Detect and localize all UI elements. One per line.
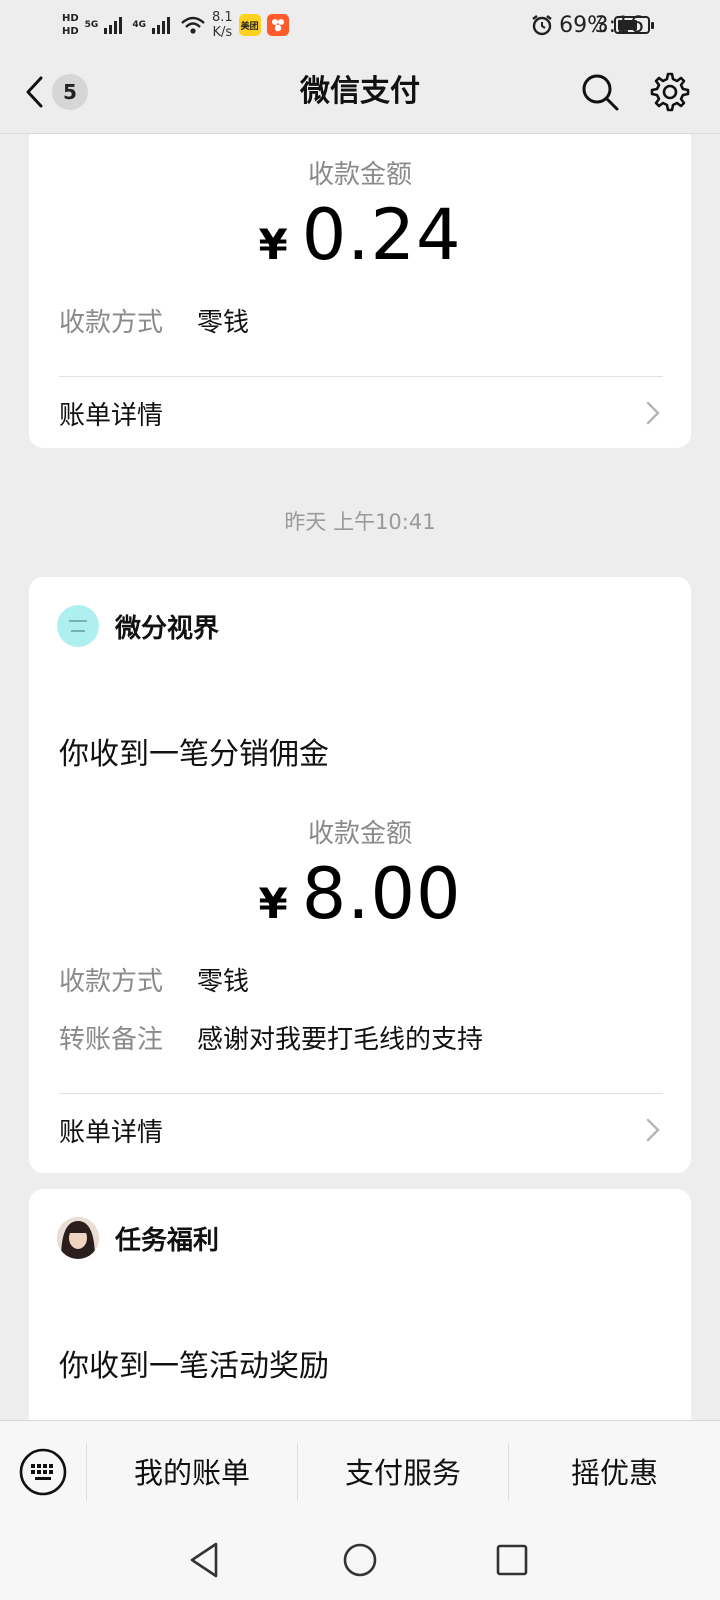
status-left: HD HD 5G 4G 8.1 K/s 美团 [62,6,289,44]
wifi-icon [181,16,205,34]
currency-symbol: ¥ [258,220,288,269]
transfer-note-key: 转账备注 [59,1025,164,1055]
signal-icon [104,17,123,34]
circle-home-icon [343,1543,377,1577]
system-home-button[interactable] [338,1538,382,1582]
clock: 3:16 [594,12,644,38]
currency-symbol: ¥ [258,879,288,928]
merchant-avatar [57,1217,99,1259]
unread-count-badge: 5 [52,74,88,110]
amount-display: ¥ 0.24 [29,194,691,276]
system-navigation-bar [0,1520,720,1600]
network-speed-unit: K/s [212,25,233,40]
bill-detail-label: 账单详情 [59,400,164,431]
merchant-avatar [57,605,99,647]
amount-label: 收款金额 [307,160,412,190]
payment-card-2: 微分视界 你收到一笔分销佣金 收款金额 ¥ 8.00 收款方式 零钱 转账备注 … [29,577,691,1173]
menu-my-bills[interactable]: 我的账单 [87,1439,297,1503]
payment-method-value: 零钱 [197,967,250,997]
keyboard-toggle-button[interactable] [18,1447,68,1497]
profile-photo-icon [57,1217,99,1259]
hd-label-1: HD [62,13,79,24]
system-recents-button[interactable] [490,1538,534,1582]
alarm-icon [532,15,552,36]
amount-label: 收款金额 [307,819,412,849]
menu-payment-services[interactable]: 支付服务 [298,1439,508,1503]
bottom-menu: 我的账单 支付服务 摇优惠 [0,1420,720,1520]
payment-card-1: 收款金额 ¥ 0.24 收款方式 零钱 账单详情 [29,134,691,448]
chevron-right-icon [646,1118,660,1142]
payment-method-value: 零钱 [197,308,250,338]
settings-button[interactable] [648,70,692,114]
network-speed-value: 8.1 [211,10,233,25]
chevron-right-icon [646,401,660,425]
payment-card-3: 任务福利 你收到一笔活动奖励 [29,1189,691,1420]
transfer-note-value: 感谢对我要打毛线的支持 [197,1025,484,1055]
keyboard-icon [19,1448,67,1496]
network-4g-label: 4G [132,20,146,30]
bill-detail-label: 账单详情 [59,1117,164,1148]
triangle-back-icon [190,1542,218,1578]
square-recents-icon [496,1544,528,1576]
merchant-name: 微分视界 [115,613,220,644]
app-notification-icon [266,14,289,36]
transfer-note-row: 转账备注 感谢对我要打毛线的支持 [59,1019,483,1056]
payment-method-key: 收款方式 [59,308,164,338]
meituan-app-label: 美团 [240,21,259,32]
signal-icon-2 [151,17,170,34]
bill-detail-link[interactable]: 账单详情 [59,377,663,449]
nav-bar: 5 微信支付 [0,50,720,134]
amount-display: ¥ 8.00 [29,853,691,935]
meituan-app-icon: 美团 [238,14,261,36]
hd-label-2: HD [62,26,79,37]
menu-shake-offers[interactable]: 摇优惠 [509,1439,720,1503]
message-timestamp: 昨天 上午10:41 [284,510,436,534]
merchant-header[interactable]: 微分视界 [57,605,219,647]
message-title: 你收到一笔活动奖励 [59,1349,329,1384]
search-icon [582,74,619,111]
merchant-header[interactable]: 任务福利 [57,1217,219,1259]
merchant-name: 任务福利 [115,1225,220,1256]
search-button[interactable] [578,70,622,114]
message-title: 你收到一笔分销佣金 [59,737,329,772]
network-speed: 8.1 K/s [212,10,233,40]
message-feed[interactable]: 收款金额 ¥ 0.24 收款方式 零钱 账单详情 昨天 上午10:41 微分视界… [0,134,720,1420]
system-back-button[interactable] [184,1538,228,1582]
hd-indicator: HD HD [62,12,79,38]
amount-value: 8.00 [301,853,462,935]
payment-method-row: 收款方式 零钱 [59,961,249,998]
back-button[interactable]: 5 [24,70,96,114]
network-5g-label: 5G [84,20,99,30]
amount-value: 0.24 [301,194,462,276]
merchant-logo-icon [69,620,87,632]
status-bar: HD HD 5G 4G 8.1 K/s 美团 69% 3:16 [0,0,720,50]
back-icon [26,76,43,108]
bill-detail-link[interactable]: 账单详情 [59,1094,663,1166]
payment-method-key: 收款方式 [59,967,164,997]
payment-method-row: 收款方式 零钱 [59,302,249,339]
settings-icon [650,72,690,112]
